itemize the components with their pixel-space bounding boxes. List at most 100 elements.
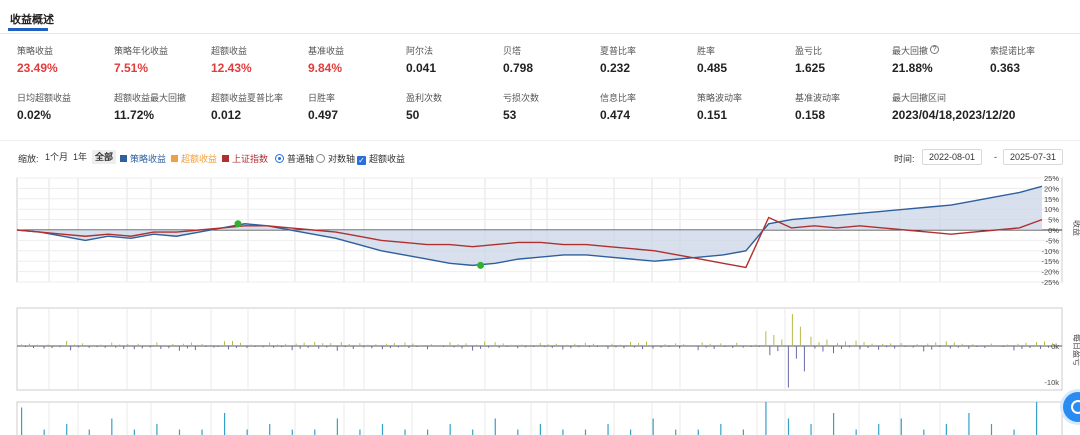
pnl-bar	[96, 346, 98, 348]
pnl-bar	[217, 346, 219, 347]
stat-value: 0.474	[600, 108, 631, 122]
zoom-1year-button[interactable]: 1年	[70, 150, 90, 164]
volume-bar	[720, 424, 722, 435]
volume-bar	[111, 418, 113, 435]
pnl-bar	[566, 344, 568, 346]
volume-bar	[900, 418, 902, 435]
pnl-bar	[194, 346, 196, 350]
pnl-bar	[984, 346, 986, 348]
zoom-all-button[interactable]: 全部	[92, 150, 117, 164]
pnl-bar	[691, 345, 693, 346]
pnl-bar	[939, 346, 941, 347]
pnl-bar	[404, 342, 406, 346]
pnl-bar	[615, 346, 617, 348]
pnl-bar	[592, 343, 594, 346]
pnl-bar	[949, 346, 951, 349]
y-axis-label: 收益	[1072, 220, 1080, 236]
end-date-input[interactable]: 2025-07-31	[1003, 149, 1064, 165]
volume-bar	[427, 429, 429, 435]
volume-bar	[945, 424, 947, 435]
legend-strategy[interactable]: 策略收益	[120, 152, 166, 165]
pnl-bar	[427, 346, 428, 350]
pnl-bar	[787, 346, 789, 388]
pnl-bar	[359, 343, 361, 346]
pnl-bar	[679, 346, 681, 349]
volume-bar	[21, 407, 23, 435]
pnl-bar	[521, 344, 523, 346]
zoom-1month-button[interactable]: 1个月	[42, 150, 71, 164]
legend-benchmark[interactable]: 上证指数	[222, 152, 268, 165]
pnl-bar	[363, 346, 365, 348]
pnl-bar	[82, 343, 84, 346]
pnl-bar	[968, 346, 970, 349]
pnl-bar	[818, 342, 820, 346]
start-date-input[interactable]: 2022-08-01	[922, 149, 983, 165]
pnl-bar	[273, 346, 275, 348]
pnl-bar	[277, 344, 279, 346]
pnl-bar	[269, 342, 271, 346]
log-axis-radio[interactable]: 对数轴	[316, 152, 355, 165]
stat-value: 0.041	[406, 61, 437, 75]
stat-label: 盈利次数	[406, 93, 443, 103]
volume-bar	[697, 429, 699, 435]
stat-value: 0.151	[697, 108, 728, 122]
pnl-bar	[1044, 341, 1045, 346]
pnl-bar	[209, 345, 211, 346]
stat-label: 日胜率	[308, 93, 336, 103]
pnl-bar	[431, 344, 432, 346]
pnl-bar	[845, 341, 846, 346]
legend-excess[interactable]: 超额收益	[171, 152, 217, 165]
pnl-bar	[201, 344, 203, 346]
pnl-bar	[476, 344, 478, 346]
pnl-bar	[746, 345, 748, 346]
excess-checkbox[interactable]: ✓ 超额收益	[357, 152, 405, 165]
pnl-bar	[412, 343, 414, 346]
pnl-bar	[29, 343, 30, 346]
stat-item: 基准波动率 0.158	[795, 92, 891, 122]
pnl-bar	[781, 339, 783, 346]
pnl-bar	[931, 346, 933, 350]
pnl-bar	[777, 346, 779, 352]
stat-item: 日胜率 0.497	[308, 92, 404, 122]
stat-value: 11.72%	[114, 108, 155, 122]
stat-value: 0.497	[308, 108, 339, 122]
volume-bar	[652, 418, 654, 435]
stat-label: 超额收益最大回撤	[114, 93, 187, 103]
radio-icon	[275, 154, 284, 163]
pnl-bar	[299, 346, 301, 349]
volume-bar	[675, 429, 677, 435]
pnl-bar	[664, 344, 666, 346]
pnl-bar	[822, 346, 824, 352]
pnl-bar	[307, 346, 309, 348]
stat-label: 日均超额收益	[17, 93, 72, 103]
returns-chart[interactable]: 25%20%15%10%5%0%-5%-10%-15%-20%-25%收益0k-…	[0, 170, 1080, 435]
pnl-bar	[295, 343, 297, 346]
pnl-bar	[172, 344, 174, 346]
pnl-bar	[894, 346, 896, 349]
question-circle-icon[interactable]: ?	[930, 45, 940, 54]
pnl-bar	[859, 346, 861, 350]
volume-bar	[291, 429, 293, 435]
pnl-bar	[923, 346, 925, 352]
pnl-bar	[488, 346, 490, 348]
pnl-bar	[837, 343, 838, 346]
pnl-bar	[494, 342, 496, 346]
linear-axis-radio[interactable]: 普通轴	[275, 152, 314, 165]
pnl-bar	[510, 344, 512, 346]
pnl-bar	[1021, 346, 1023, 349]
pnl-bar	[484, 341, 486, 346]
pnl-bar	[799, 326, 801, 346]
pnl-bar	[908, 344, 910, 346]
pnl-bar	[367, 344, 369, 346]
pnl-bar	[123, 346, 125, 349]
stat-item: 日均超额收益 0.02%	[17, 92, 113, 122]
pnl-bar	[562, 346, 564, 350]
pnl-bar	[111, 342, 113, 346]
pnl-bar	[713, 346, 715, 349]
y-tick-label: -15%	[1041, 257, 1059, 266]
pnl-bar	[529, 345, 531, 346]
y-tick-label: -10%	[1041, 247, 1059, 256]
stat-label: 盈亏比	[795, 46, 823, 56]
y-tick-label: -10k	[1044, 378, 1059, 387]
pnl-bar	[416, 346, 418, 347]
